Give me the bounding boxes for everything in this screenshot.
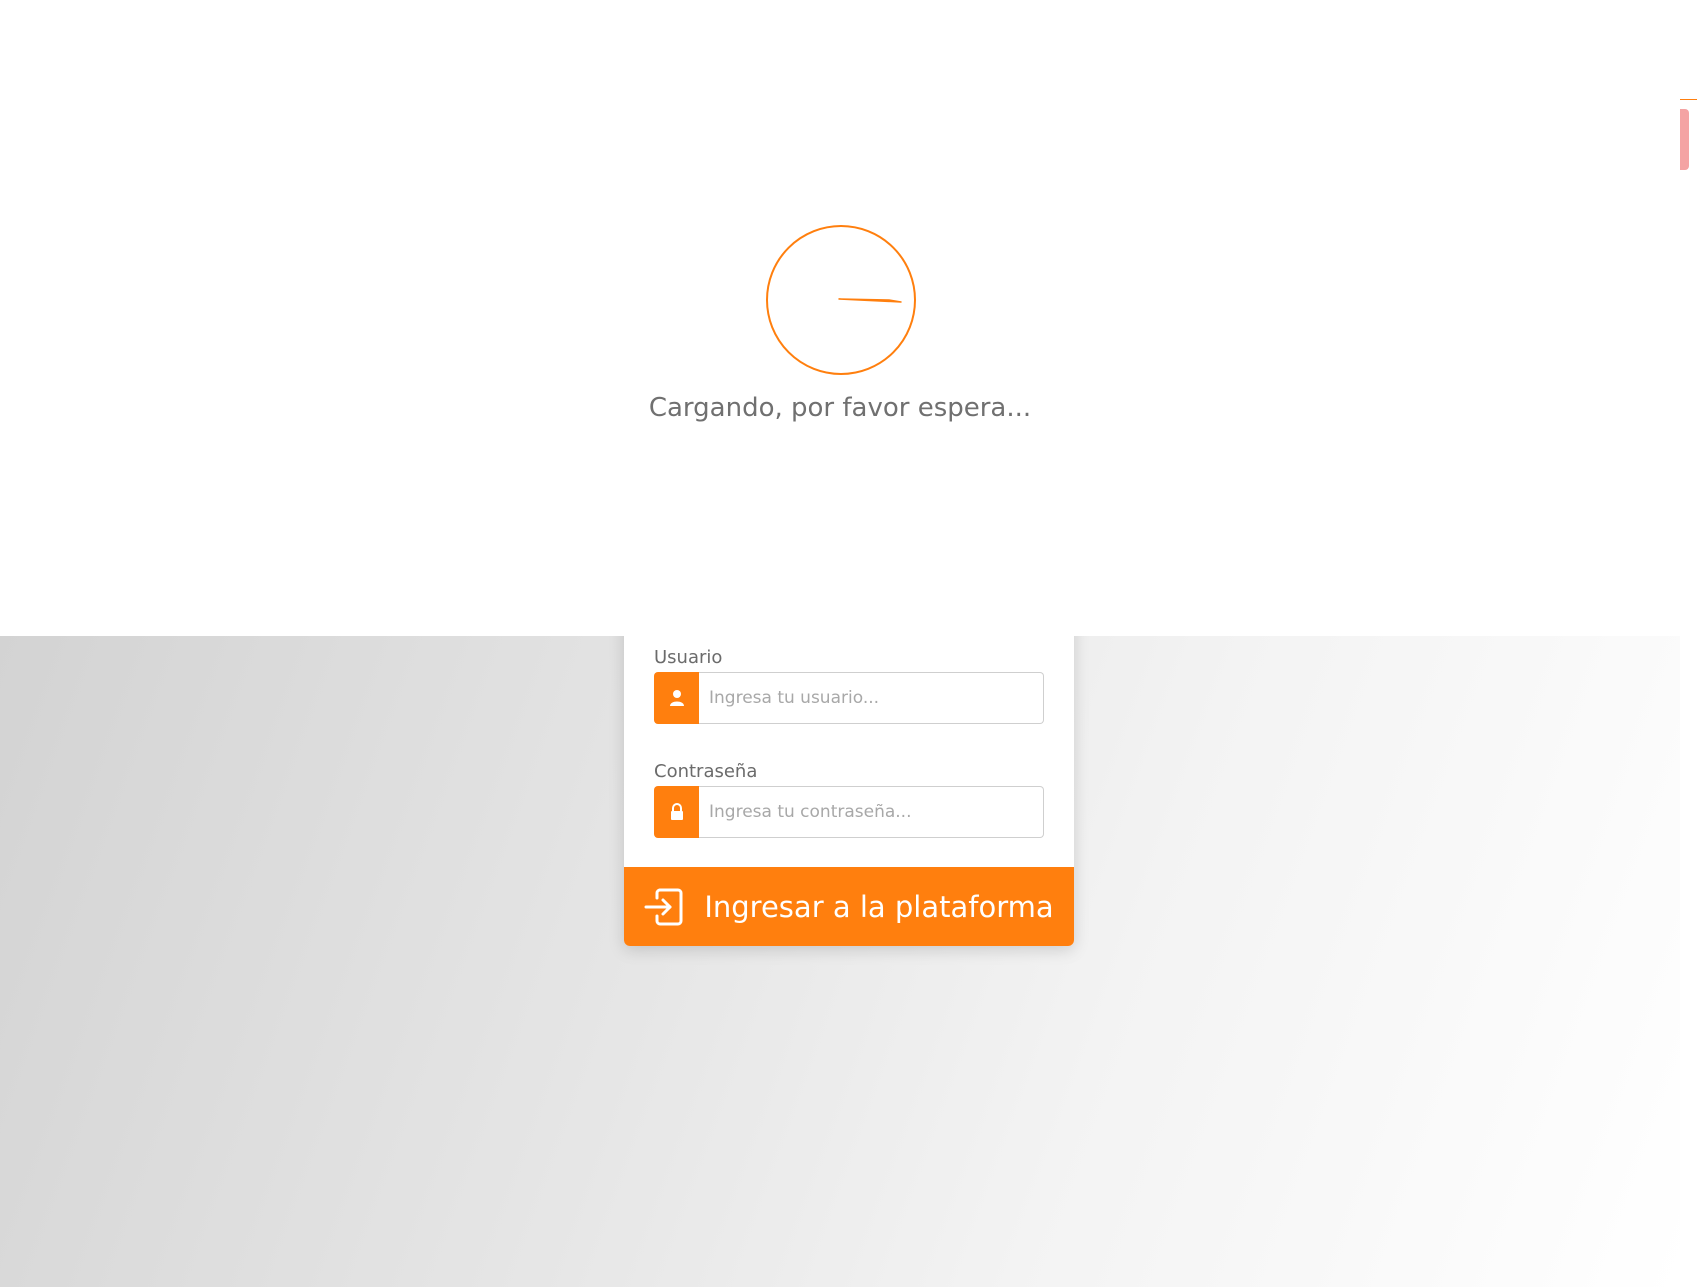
password-label: Contraseña (654, 761, 758, 782)
login-button-label: Ingresar a la plataforma (704, 889, 1054, 924)
password-input-group (654, 786, 1044, 838)
page: Usuario Contraseña (0, 0, 1697, 1287)
username-label: Usuario (654, 647, 723, 668)
username-input-group (654, 672, 1044, 724)
loading-text: Cargando, por favor espera... (648, 393, 1032, 423)
scrollbar-top-line (1680, 99, 1697, 100)
login-card: Usuario Contraseña (624, 600, 1074, 946)
loading-overlay: Cargando, por favor espera... (0, 0, 1680, 636)
user-icon (654, 672, 699, 724)
login-button[interactable]: Ingresar a la plataforma (624, 867, 1074, 946)
sign-in-icon (644, 887, 686, 927)
password-input[interactable] (699, 786, 1044, 838)
username-input[interactable] (699, 672, 1044, 724)
lock-icon (654, 786, 699, 838)
spinner-icon (765, 224, 917, 380)
scrollbar-thumb[interactable] (1680, 109, 1689, 170)
scrollbar[interactable] (1680, 0, 1697, 1287)
